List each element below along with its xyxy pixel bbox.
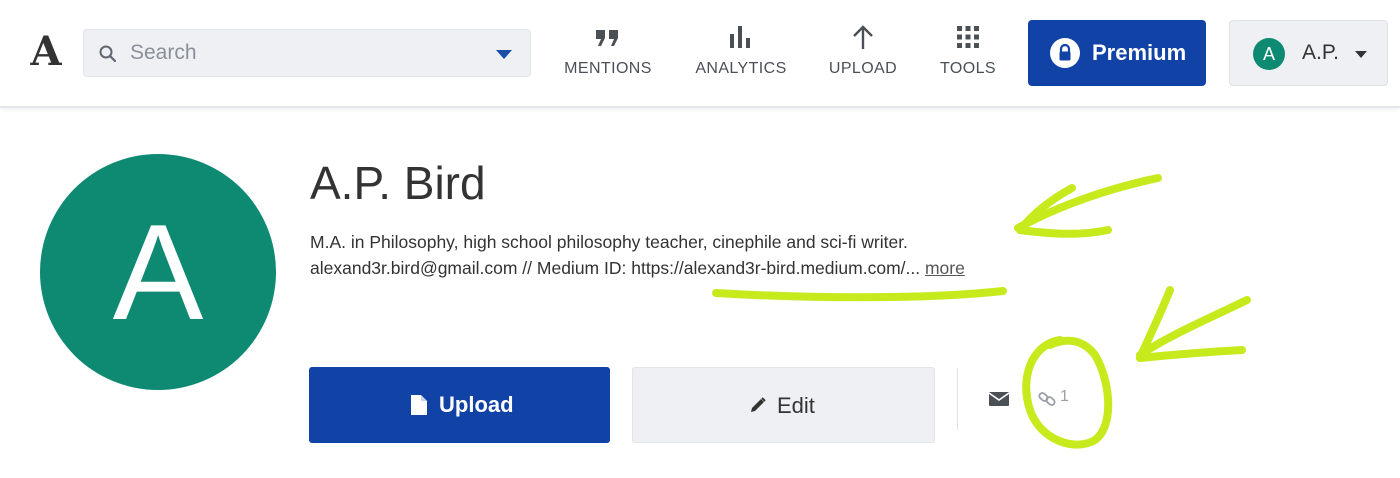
top-navigation-bar: A MENTIONS ANALYTICS UPLOAD [0, 0, 1400, 108]
annotation-arrowhead-link-top [1136, 286, 1174, 362]
bio-more-link[interactable]: more [925, 258, 965, 278]
actions-divider [957, 368, 958, 430]
search-icon [99, 45, 117, 63]
upload-button[interactable]: Upload [309, 367, 610, 443]
profile-name: A.P. Bird [310, 157, 486, 209]
nav-upload[interactable]: UPLOAD [824, 22, 902, 88]
annotation-arrowhead-bio-bottom [1016, 226, 1112, 238]
premium-button[interactable]: Premium [1028, 20, 1206, 86]
premium-label: Premium [1092, 40, 1187, 65]
profile-bio-line-2: alexand3r.bird@gmail.com // Medium ID: h… [310, 258, 965, 279]
nav-mentions[interactable]: MENTIONS [560, 22, 656, 88]
chevron-down-icon [1355, 51, 1367, 58]
upload-button-label: Upload [439, 392, 514, 417]
annotation-arrow-bio [1014, 174, 1162, 232]
site-logo[interactable]: A [24, 30, 68, 74]
user-name-label: A.P. [1302, 41, 1339, 64]
mail-icon[interactable] [989, 391, 1009, 407]
nav-analytics[interactable]: ANALYTICS [692, 22, 790, 88]
grid-icon [957, 26, 979, 48]
user-menu-button[interactable]: A A.P. [1229, 20, 1388, 86]
annotation-underline-url [712, 287, 1007, 302]
edit-button-label: Edit [777, 393, 815, 418]
nav-tools-label: TOOLS [940, 60, 996, 77]
annotation-arrow-link [1136, 296, 1251, 359]
link-count: 1 [1060, 388, 1069, 405]
bar-chart-icon [730, 26, 750, 48]
search-box[interactable] [83, 29, 531, 77]
pencil-icon [751, 397, 766, 412]
annotation-arrowhead-link-bottom [1136, 346, 1246, 362]
annotation-arrowhead-bio-top [1016, 184, 1076, 234]
nav-mentions-label: MENTIONS [564, 60, 652, 77]
edit-button[interactable]: Edit [632, 367, 935, 443]
nav-upload-label: UPLOAD [828, 60, 898, 77]
link-icon[interactable] [1037, 389, 1057, 409]
nav-tools[interactable]: TOOLS [936, 22, 1000, 88]
profile-bio-text: alexand3r.bird@gmail.com // Medium ID: h… [310, 258, 921, 278]
lock-icon [1050, 38, 1080, 68]
profile-avatar: A [40, 154, 276, 390]
arrow-up-icon [853, 25, 873, 49]
profile-bio-line-1: M.A. in Philosophy, high school philosop… [310, 232, 908, 252]
quote-icon [596, 30, 618, 46]
document-icon [411, 395, 427, 415]
search-input[interactable] [130, 30, 490, 76]
search-dropdown-caret-icon[interactable] [496, 50, 512, 59]
user-avatar: A [1253, 38, 1285, 70]
nav-analytics-label: ANALYTICS [695, 60, 787, 77]
